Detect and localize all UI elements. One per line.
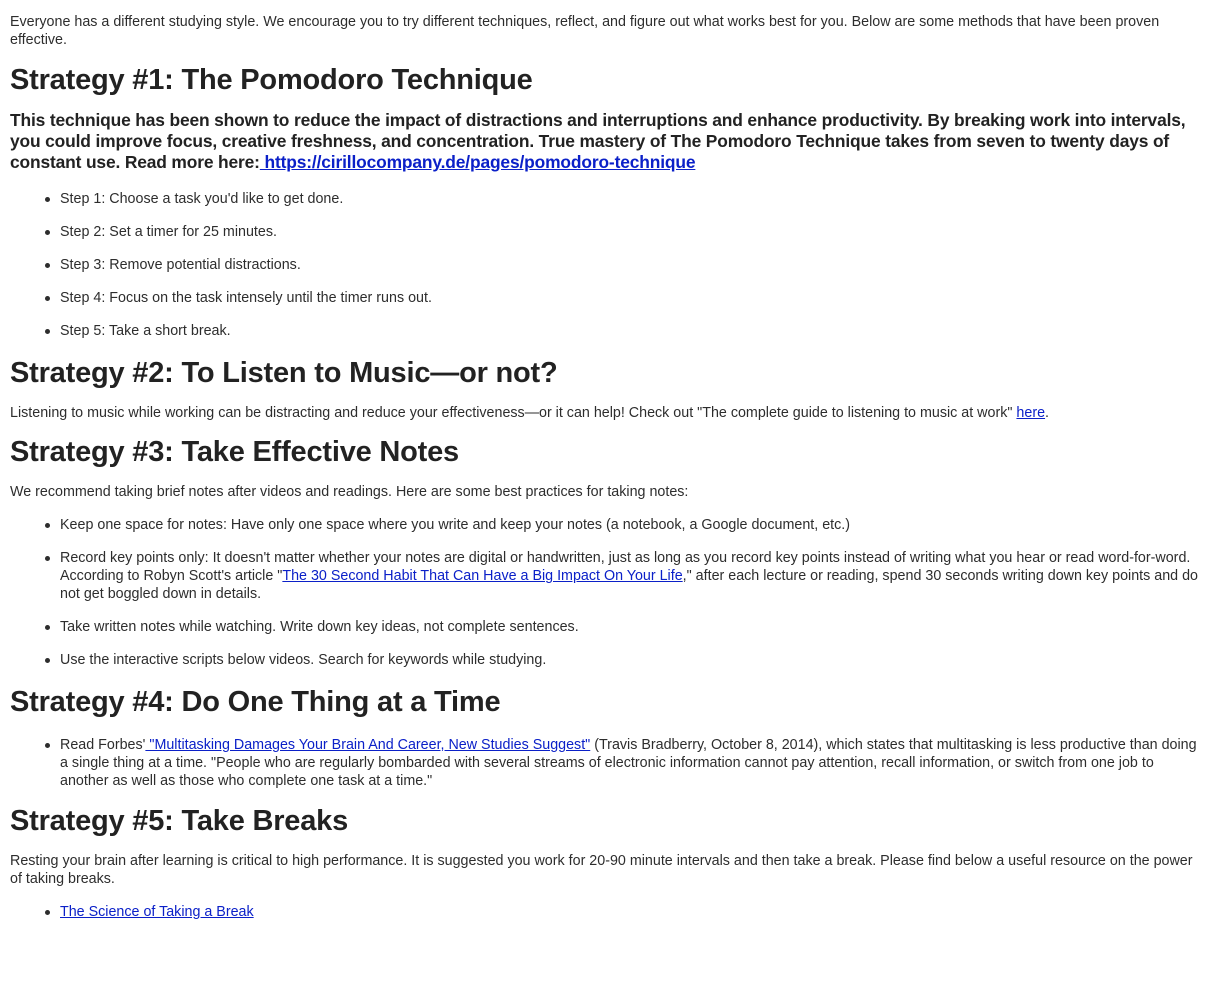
list-item: Step 5: Take a short break. [45,322,1198,340]
strategy-2-heading: Strategy #2: To Listen to Music—or not? [10,357,558,389]
strategy-4-list: Read Forbes' "Multitasking Damages Your … [10,736,1198,790]
thirty-second-habit-link[interactable]: The 30 Second Habit That Can Have a Big … [282,568,682,584]
strategy-1-lead: This technique has been shown to reduce … [10,110,1198,173]
list-item: Record key points only: It doesn't matte… [45,549,1198,603]
list-item: Step 2: Set a timer for 25 minutes. [45,223,1198,241]
pomodoro-steps-list: Step 1: Choose a task you'd like to get … [10,190,1198,340]
pomodoro-link[interactable]: https://cirillocompany.de/pages/pomodoro… [260,152,696,172]
article: Everyone has a different studying style.… [0,0,1198,921]
list-item: Step 1: Choose a task you'd like to get … [45,190,1198,208]
strategy-2-text: Listening to music while working can be … [10,405,1017,421]
list-item: Step 4: Focus on the task intensely unti… [45,289,1198,307]
list-item: Read Forbes' "Multitasking Damages Your … [45,736,1198,790]
multitasking-article-link[interactable]: "Multitasking Damages Your Brain And Car… [145,737,590,753]
list-item: The Science of Taking a Break [45,903,1198,921]
strategy-2-paragraph: Listening to music while working can be … [10,404,1198,422]
strategy-5-list: The Science of Taking a Break [10,903,1198,921]
list-item: Use the interactive scripts below videos… [45,651,1198,669]
science-of-breaks-link[interactable]: The Science of Taking a Break [60,904,254,920]
strategy-3-paragraph: We recommend taking brief notes after vi… [10,484,689,500]
strategy-4-heading: Strategy #4: Do One Thing at a Time [10,686,501,718]
strategy-1-heading: Strategy #1: The Pomodoro Technique [10,64,533,96]
strategy-3-heading: Strategy #3: Take Effective Notes [10,436,459,468]
strategy-2-period: . [1045,405,1050,421]
list-item: Step 3: Remove potential distractions. [45,256,1198,274]
list-item-text: Read Forbes' [60,737,146,753]
notes-tips-list: Keep one space for notes: Have only one … [10,516,1198,669]
intro-paragraph: Everyone has a different studying style.… [10,14,1160,48]
music-guide-link[interactable]: here [1016,405,1045,421]
list-item: Take written notes while watching. Write… [45,618,1198,636]
strategy-5-paragraph: Resting your brain after learning is cri… [10,853,1193,887]
list-item: Keep one space for notes: Have only one … [45,516,1198,534]
strategy-5-heading: Strategy #5: Take Breaks [10,805,349,837]
